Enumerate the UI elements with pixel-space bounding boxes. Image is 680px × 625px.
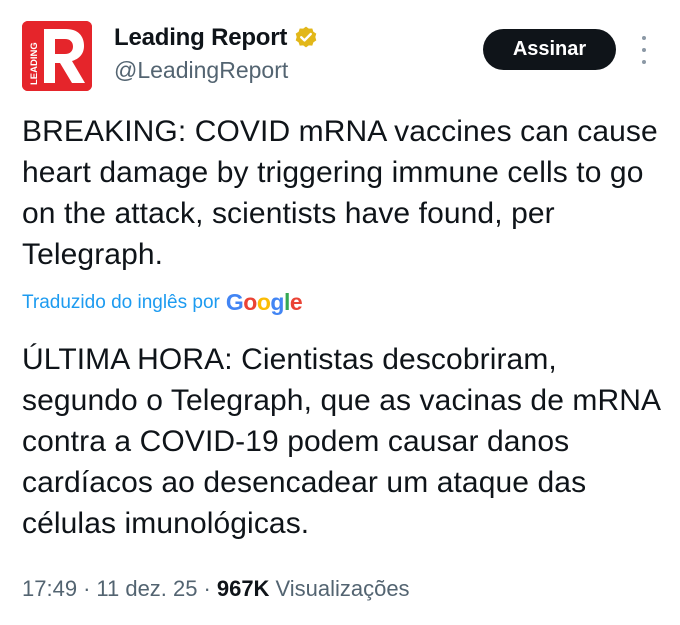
subscribe-button[interactable]: Assinar — [483, 29, 616, 70]
author-name[interactable]: Leading Report — [114, 24, 287, 52]
avatar-side-text: LEADING — [29, 42, 40, 85]
meta-separator: · — [203, 576, 211, 601]
avatar[interactable]: LEADING — [22, 21, 92, 91]
more-vertical-icon[interactable] — [636, 36, 652, 64]
tweet-card: LEADING Leading Report @LeadingReport As… — [0, 0, 680, 625]
leading-report-logo-icon: LEADING — [22, 21, 92, 91]
translated-tweet-text: ÚLTIMA HORA: Cientistas descobriram, seg… — [22, 343, 660, 540]
views-label[interactable]: Visualizações — [275, 576, 409, 602]
views-count[interactable]: 967K — [217, 576, 270, 602]
tweet-meta: 17:49 · 11 dez. 25 · 967K Visualizações — [22, 576, 410, 602]
google-logo: Google — [225, 289, 303, 315]
author-handle[interactable]: @LeadingReport — [114, 57, 288, 84]
tweet-text: BREAKING: COVID mRNA vaccines can cause … — [22, 115, 658, 271]
verified-badge-icon[interactable] — [293, 25, 319, 51]
meta-separator: · — [83, 576, 91, 601]
tweet-time[interactable]: 17:49 — [22, 576, 77, 602]
author-name-row[interactable]: Leading Report — [114, 24, 319, 52]
translation-attribution[interactable]: Traduzido do inglês por Google — [22, 289, 303, 316]
translated-by-label[interactable]: Traduzido do inglês por — [22, 292, 220, 314]
tweet-date[interactable]: 11 dez. 25 — [96, 576, 197, 602]
